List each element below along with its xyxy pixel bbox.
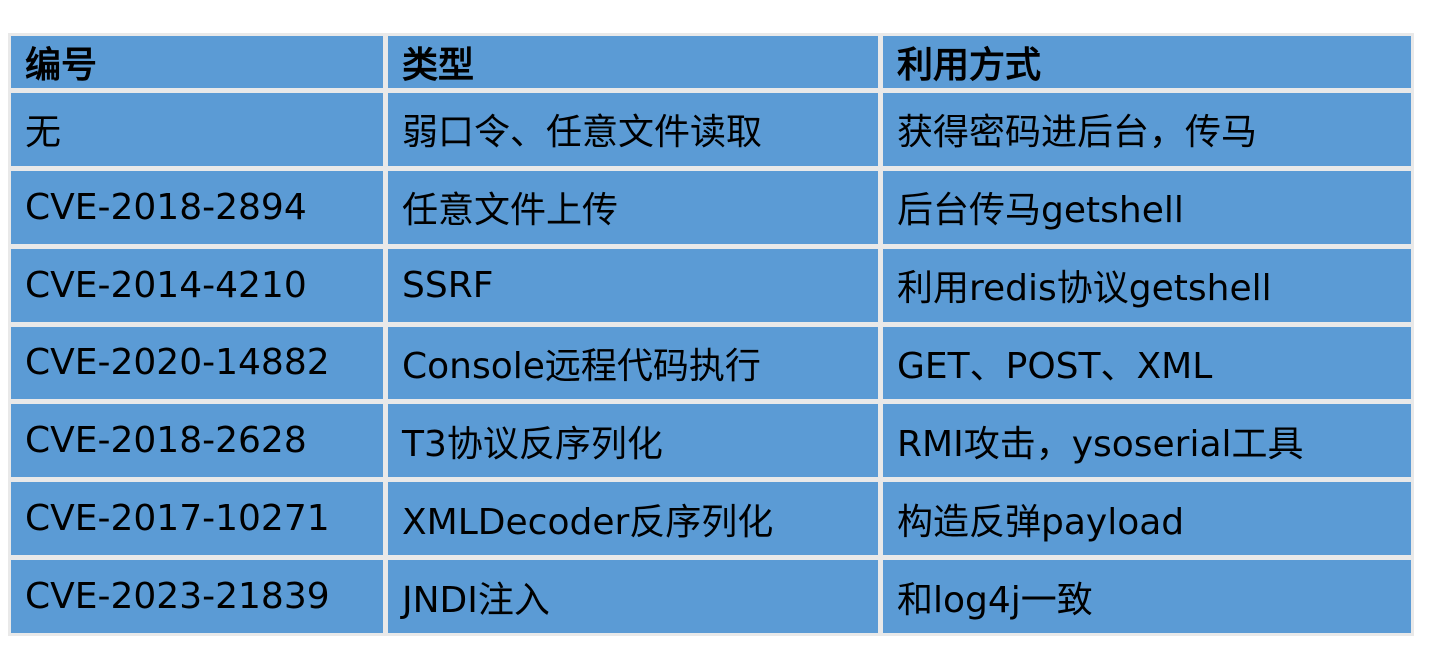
cell-exploit-method: 和log4j一致 (883, 560, 1411, 633)
cell-id: CVE-2023-21839 (11, 560, 383, 633)
cell-id: 无 (11, 93, 383, 166)
cell-id: CVE-2017-10271 (11, 482, 383, 556)
cell-id: CVE-2020-14882 (11, 326, 383, 400)
cell-exploit-method: 利用redis协议getshell (883, 248, 1411, 322)
vulnerability-table: 编号 类型 利用方式 无 弱口令、任意文件读取 获得密码进后台，传马 CVE-2… (6, 31, 1416, 638)
cell-type: Console远程代码执行 (388, 326, 878, 400)
table-row: 无 弱口令、任意文件读取 获得密码进后台，传马 (11, 93, 1411, 166)
table-row: CVE-2018-2628 T3协议反序列化 RMI攻击，ysoserial工具 (11, 404, 1411, 478)
cell-type: XMLDecoder反序列化 (388, 482, 878, 556)
header-type: 类型 (388, 36, 878, 88)
cell-id: CVE-2014-4210 (11, 248, 383, 322)
cell-id: CVE-2018-2894 (11, 170, 383, 244)
header-id: 编号 (11, 36, 383, 88)
table-row: CVE-2023-21839 JNDI注入 和log4j一致 (11, 560, 1411, 633)
vulnerability-table-container: 编号 类型 利用方式 无 弱口令、任意文件读取 获得密码进后台，传马 CVE-2… (8, 33, 1414, 636)
table-row: CVE-2014-4210 SSRF 利用redis协议getshell (11, 248, 1411, 322)
cell-type: JNDI注入 (388, 560, 878, 633)
cell-id: CVE-2018-2628 (11, 404, 383, 478)
cell-exploit-method: RMI攻击，ysoserial工具 (883, 404, 1411, 478)
cell-type: 任意文件上传 (388, 170, 878, 244)
cell-exploit-method: 后台传马getshell (883, 170, 1411, 244)
cell-type: 弱口令、任意文件读取 (388, 93, 878, 166)
cell-exploit-method: GET、POST、XML (883, 326, 1411, 400)
table-header-row: 编号 类型 利用方式 (11, 36, 1411, 88)
cell-type: T3协议反序列化 (388, 404, 878, 478)
table-row: CVE-2017-10271 XMLDecoder反序列化 构造反弹payloa… (11, 482, 1411, 556)
table-row: CVE-2020-14882 Console远程代码执行 GET、POST、XM… (11, 326, 1411, 400)
table-row: CVE-2018-2894 任意文件上传 后台传马getshell (11, 170, 1411, 244)
cell-type: SSRF (388, 248, 878, 322)
header-exploit-method: 利用方式 (883, 36, 1411, 88)
cell-exploit-method: 构造反弹payload (883, 482, 1411, 556)
cell-exploit-method: 获得密码进后台，传马 (883, 93, 1411, 166)
